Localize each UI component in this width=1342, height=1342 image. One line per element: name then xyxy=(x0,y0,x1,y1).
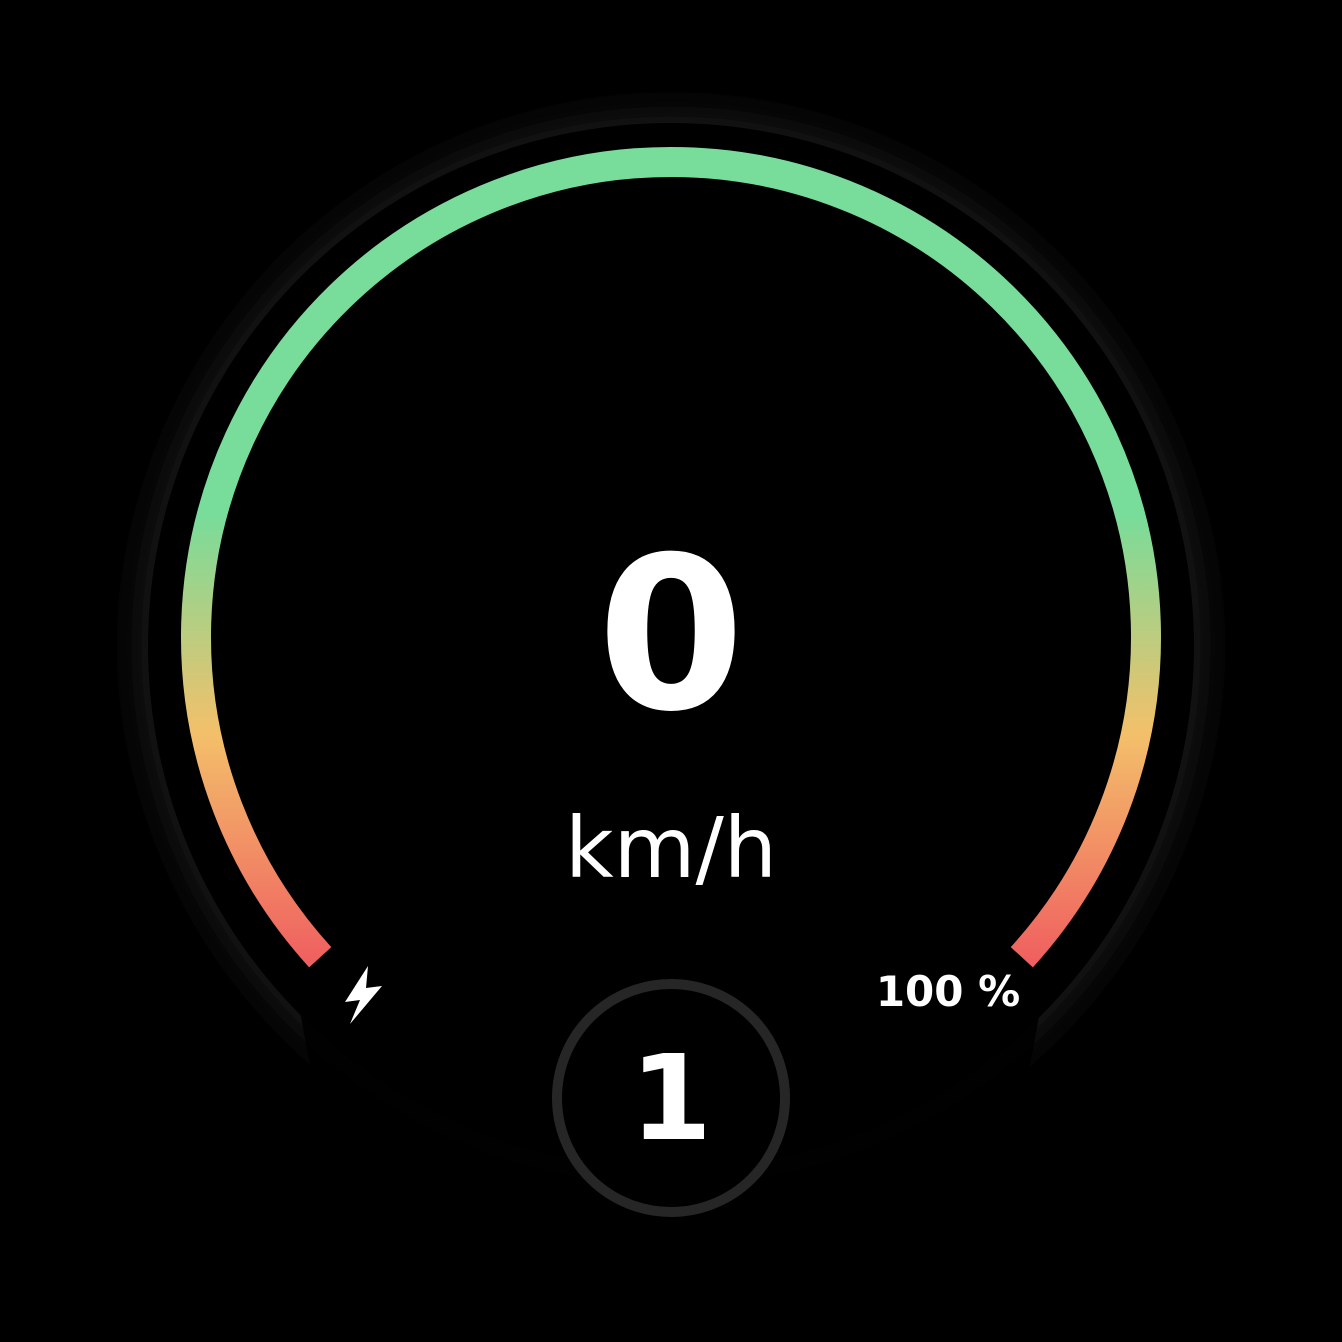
battery-percent-label: 100 % xyxy=(875,967,1021,1016)
speed-value: 0 xyxy=(597,511,745,758)
gear-number: 1 xyxy=(629,1029,713,1167)
speed-unit: km/h xyxy=(564,799,777,897)
